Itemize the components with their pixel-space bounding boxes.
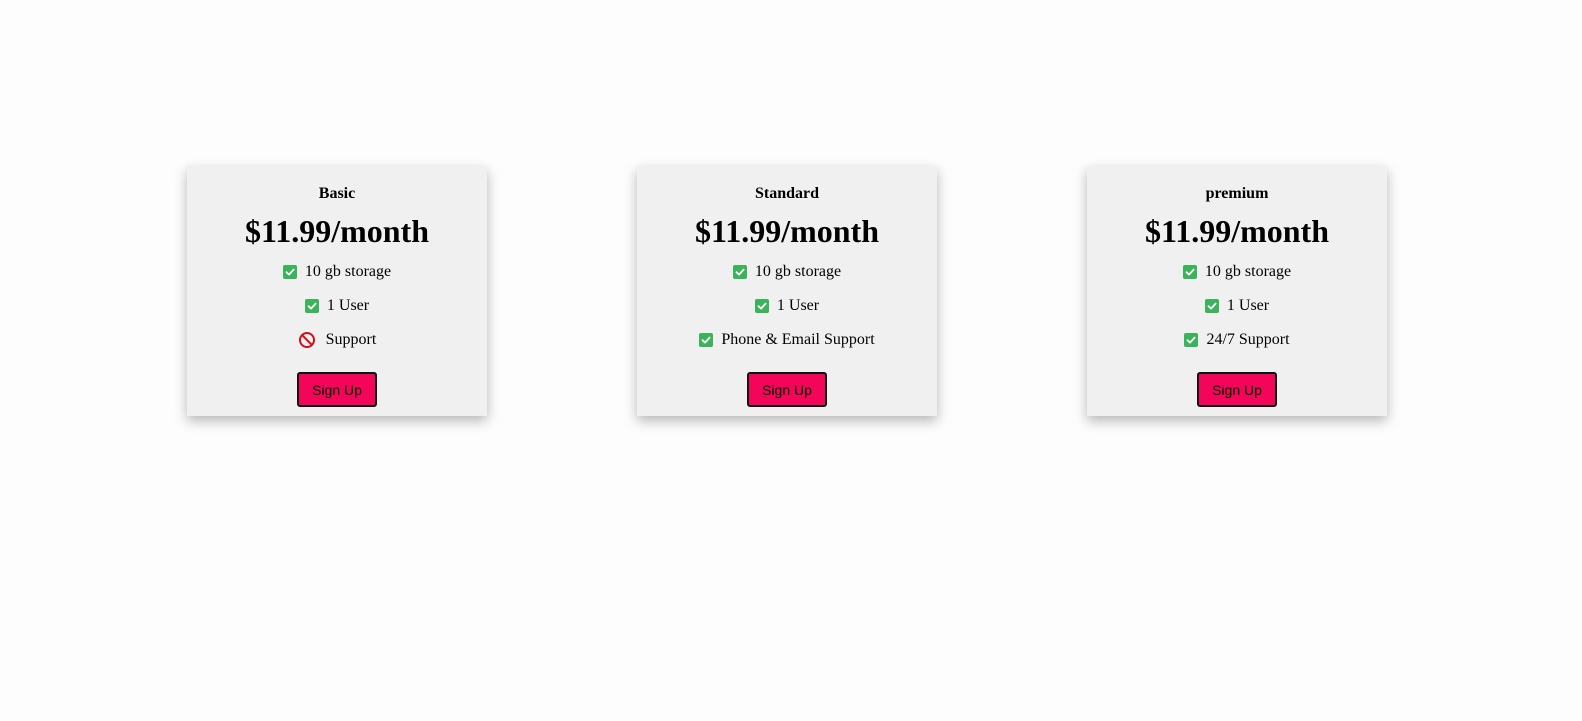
- pricing-card-standard: Standard $11.99/month 10 gb storage 1 Us…: [637, 166, 937, 416]
- feature-item: Phone & Email Support: [637, 323, 937, 357]
- sign-up-button[interactable]: Sign Up: [297, 372, 377, 407]
- feature-item: 10 gb storage: [637, 255, 937, 289]
- plan-price: $11.99/month: [1144, 213, 1330, 249]
- feature-label: 24/7 Support: [1206, 331, 1290, 348]
- sign-up-button[interactable]: Sign Up: [1197, 372, 1277, 407]
- check-icon: [732, 265, 747, 279]
- check-icon: [1184, 333, 1199, 347]
- feature-label: 10 gb storage: [1204, 263, 1292, 280]
- feature-item: 10 gb storage: [187, 255, 487, 289]
- plan-name: Standard: [754, 185, 820, 202]
- check-icon: [304, 299, 319, 313]
- check-icon: [699, 333, 714, 347]
- feature-label: 10 gb storage: [304, 263, 392, 280]
- feature-item: 24/7 Support: [1087, 323, 1387, 357]
- check-icon: [1182, 265, 1197, 279]
- pricing-card-basic: Basic $11.99/month 10 gb storage 1 User …: [187, 166, 487, 416]
- plan-price: $11.99/month: [244, 213, 430, 249]
- feature-list: 10 gb storage 1 User 24/7 Support: [1087, 255, 1387, 357]
- feature-label: Support: [325, 331, 377, 348]
- feature-item: Support: [187, 323, 487, 357]
- check-icon: [282, 265, 297, 279]
- plan-name: Basic: [318, 185, 356, 202]
- feature-label: Phone & Email Support: [721, 331, 875, 348]
- feature-item: 1 User: [1087, 289, 1387, 323]
- feature-label: 10 gb storage: [754, 263, 842, 280]
- check-icon: [754, 299, 769, 313]
- feature-item: 1 User: [187, 289, 487, 323]
- feature-list: 10 gb storage 1 User Phone & Email Suppo…: [637, 255, 937, 357]
- ban-icon: [298, 331, 316, 349]
- feature-label: 1 User: [1226, 297, 1270, 314]
- check-icon: [1204, 299, 1219, 313]
- plan-name: premium: [1205, 185, 1269, 202]
- feature-label: 1 User: [776, 297, 820, 314]
- feature-label: 1 User: [326, 297, 370, 314]
- pricing-card-premium: premium $11.99/month 10 gb storage 1 Use…: [1087, 166, 1387, 416]
- feature-item: 10 gb storage: [1087, 255, 1387, 289]
- feature-list: 10 gb storage 1 User Support: [187, 255, 487, 357]
- sign-up-button[interactable]: Sign Up: [747, 372, 827, 407]
- feature-item: 1 User: [637, 289, 937, 323]
- plan-price: $11.99/month: [694, 213, 880, 249]
